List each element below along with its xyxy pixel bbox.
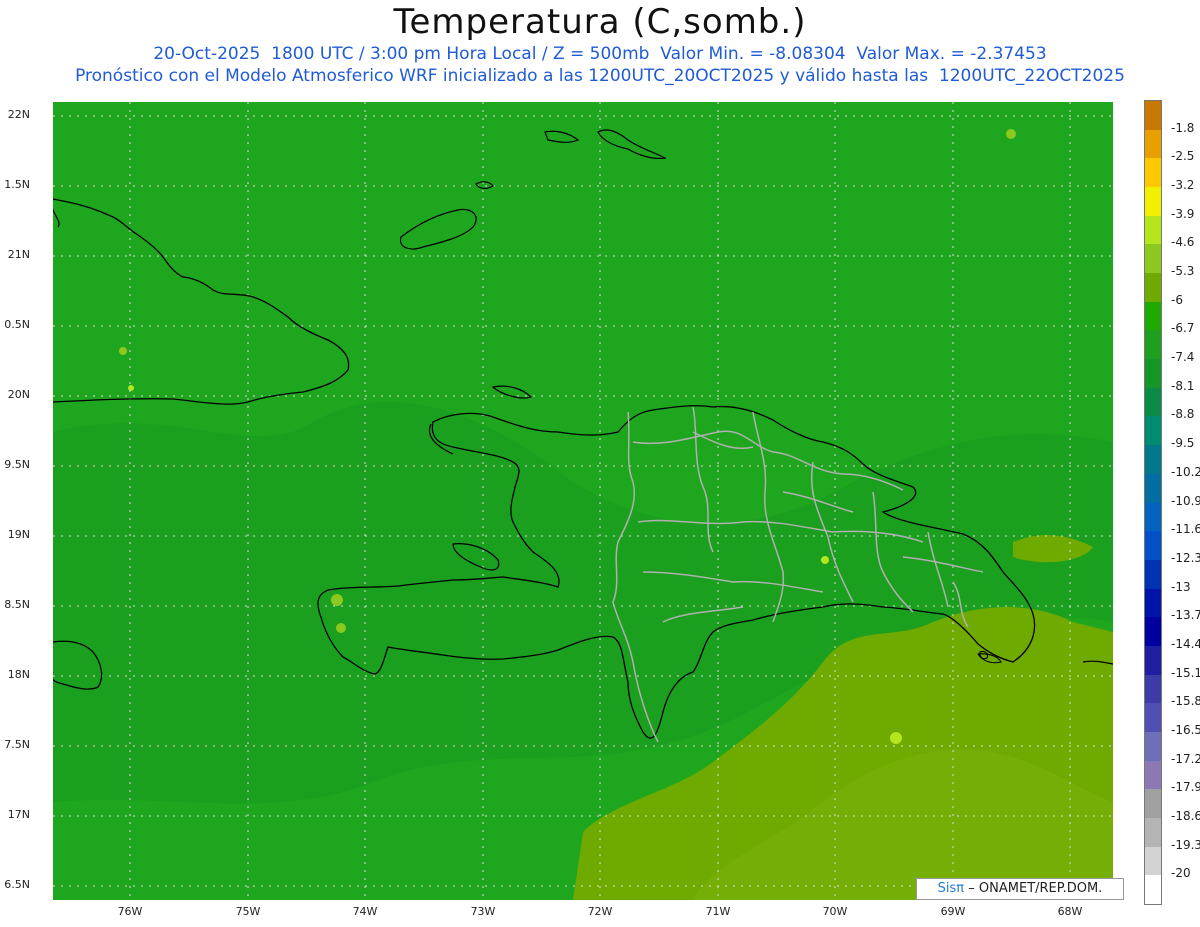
color-scale-label: -17.2 [1171,751,1200,766]
color-scale-label: -12.3 [1171,550,1200,565]
lat-label: 19N [7,528,30,541]
color-scale-box [1145,215,1161,245]
color-scale-box [1145,158,1161,188]
color-scale-label: -7.4 [1171,350,1195,365]
temperature-map[interactable] [53,102,1113,900]
color-scale-box [1145,473,1161,503]
warm-spot [336,623,346,633]
color-scale-box [1145,387,1161,417]
color-scale-label: -2.5 [1171,149,1195,164]
lat-label: 22N [7,108,30,121]
color-scale-label: -17.9 [1171,780,1200,795]
color-scale-label: -20 [1171,866,1191,881]
warm-spot [1006,129,1016,139]
color-scale-label: -19.3 [1171,837,1200,852]
color-scale-box [1145,445,1161,475]
color-scale-box [1145,273,1161,303]
warm-spot [821,556,829,564]
lat-label: 20N [7,388,30,401]
color-scale-label: -1.8 [1171,120,1195,135]
color-scale-box [1145,817,1161,848]
credit-text: – ONAMET/REP.DOM. [968,881,1103,896]
lat-label: 0.5N [4,318,30,331]
lon-label: 74W [352,905,378,918]
warm-spot [331,594,343,606]
color-scale-label: -13 [1171,579,1191,594]
lat-label: 21N [7,248,30,261]
color-scale-box [1145,330,1161,360]
color-scale-box [1145,301,1161,331]
map-canvas [53,102,1113,900]
color-scale-box [1145,760,1161,790]
lat-label: 17N [7,808,30,821]
color-scale-box [1145,359,1161,389]
lat-label: 8.5N [4,598,30,611]
color-scale-box [1145,559,1161,590]
lon-label: 71W [705,905,731,918]
lat-label: 1.5N [4,178,30,191]
lon-label: 72W [587,905,613,918]
lon-label: 76W [117,905,143,918]
color-scale-label: -3.2 [1171,178,1195,193]
forecast-time-line: 20-Oct-2025 1800 UTC / 3:00 pm Hora Loca… [153,44,1047,64]
color-scale-box [1145,101,1161,131]
color-scale-label: -14.4 [1171,636,1200,651]
model-info-line: Pronóstico con el Modelo Atmosferico WRF… [75,66,1125,86]
color-scale-bar [1144,100,1162,905]
color-scale-label: -15.1 [1171,665,1200,680]
warm-spot [119,347,127,355]
color-scale-box [1145,674,1161,704]
color-scale-label: -3.9 [1171,206,1195,221]
color-scale-label: -8.8 [1171,407,1195,422]
lon-label: 69W [940,905,966,918]
credit-box: Sisπ – ONAMET/REP.DOM. [916,878,1124,900]
color-scale-label: -18.6 [1171,808,1200,823]
color-scale-box [1145,416,1161,446]
color-scale-box [1145,789,1161,819]
color-scale-label: -6.7 [1171,321,1195,336]
color-scale-box [1145,502,1161,532]
color-scale-label: -4.6 [1171,235,1195,250]
lon-label: 75W [235,905,261,918]
color-scale-box [1145,588,1161,618]
color-scale-box [1145,129,1161,159]
lat-label: 9.5N [4,458,30,471]
color-scale-label: -10.2 [1171,464,1200,479]
color-scale-box [1145,875,1161,905]
color-scale-box [1145,187,1161,217]
warm-spot [890,732,902,744]
lat-label: 6.5N [4,878,30,891]
color-scale-label: -10.9 [1171,493,1200,508]
color-scale-box [1145,645,1161,676]
warm-spot [128,385,134,391]
sis-logo: Sisπ [937,881,965,896]
color-scale-label: -6 [1171,292,1183,307]
lat-label: 7.5N [4,738,30,751]
color-scale-label: -9.5 [1171,436,1195,451]
color-scale-box [1145,731,1161,762]
lon-label: 73W [470,905,496,918]
color-scale-label: -11.6 [1171,522,1200,537]
color-scale-label: -13.7 [1171,608,1200,623]
lon-label: 70W [822,905,848,918]
color-scale-box [1145,617,1161,647]
color-scale-box [1145,846,1161,876]
color-scale-label: -8.1 [1171,378,1195,393]
color-scale-box [1145,244,1161,274]
color-scale-label: -16.5 [1171,722,1200,737]
color-scale-label: -15.8 [1171,694,1200,709]
color-scale-box [1145,531,1161,561]
color-scale-label: -5.3 [1171,264,1195,279]
lat-label: 18N [7,668,30,681]
map-title: Temperatura (C,somb.) [393,2,807,42]
lon-label: 68W [1057,905,1083,918]
color-scale-box [1145,703,1161,733]
